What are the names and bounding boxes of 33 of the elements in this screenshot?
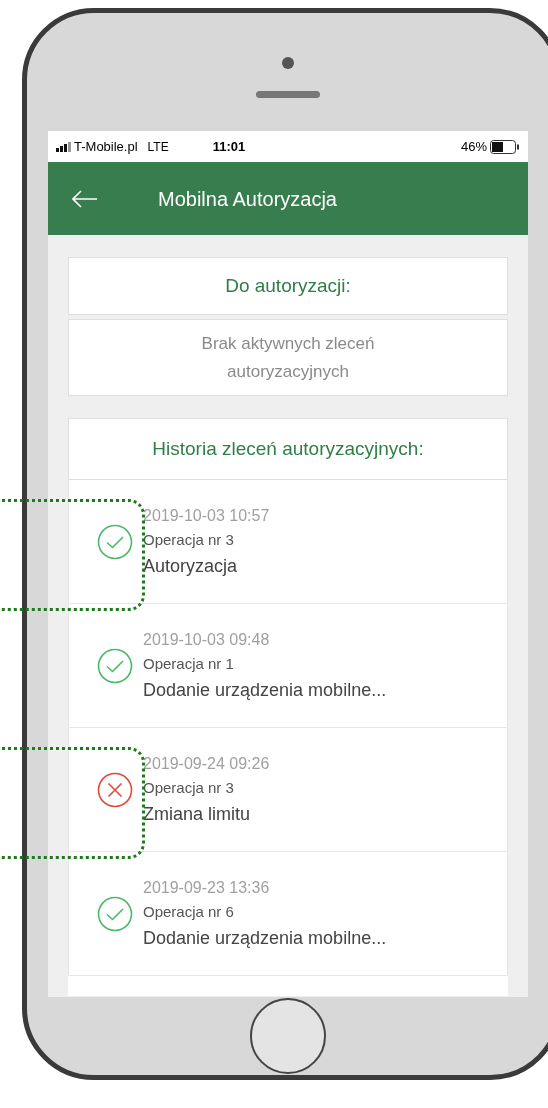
check-circle-icon bbox=[97, 523, 133, 560]
item-operation: Operacja nr 1 bbox=[143, 653, 235, 674]
check-circle-icon bbox=[97, 895, 133, 932]
history-item[interactable]: 2019-09-24 09:26 Operacja nr 3 Zmiana limitu bbox=[68, 728, 508, 852]
carrier-name: T-Mobile.pl bbox=[74, 137, 138, 156]
screen-title: Mobilna Autoryzacja bbox=[158, 186, 337, 212]
history-item[interactable]: 2019-10-03 10:57 Operacja nr 3 Autoryzacja bbox=[68, 480, 508, 604]
item-operation: Operacja nr 3 bbox=[143, 529, 235, 550]
history-header: Historia zleceń autoryzacyjnych: bbox=[68, 418, 508, 480]
item-description: Autoryzacja bbox=[143, 554, 239, 578]
item-operation: Operacja nr 6 bbox=[143, 901, 235, 922]
x-circle-icon bbox=[97, 771, 133, 808]
item-operation: Operacja nr 3 bbox=[143, 777, 235, 798]
clock-time: 11:01 bbox=[212, 137, 246, 156]
history-item[interactable]: 2019-09-23 13:36 Operacja nr 6 Dodanie urządzenia mobilne... bbox=[68, 852, 508, 976]
network-type: LTE bbox=[147, 138, 169, 156]
camera-icon bbox=[282, 56, 294, 69]
check-circle-icon bbox=[97, 647, 133, 684]
item-description: Zmiana limitu bbox=[143, 802, 252, 826]
battery-icon bbox=[490, 139, 520, 154]
empty-message: Brak aktywnych zleceń autoryzacyjnych bbox=[68, 319, 508, 396]
speaker-icon bbox=[256, 90, 320, 98]
battery-percent: 46% bbox=[460, 137, 487, 156]
history-item[interactable]: 2019-10-03 09:48 Operacja nr 1 Dodanie urządzenia mobilne... bbox=[68, 604, 508, 728]
item-description: Dodanie urządzenia mobilne... bbox=[143, 678, 387, 702]
pending-header: Do autoryzacji: bbox=[68, 257, 508, 315]
signal-icon bbox=[56, 141, 72, 152]
item-date: 2019-09-23 13:36 bbox=[143, 877, 271, 898]
back-arrow-icon[interactable] bbox=[72, 189, 98, 208]
item-date: 2019-10-03 09:48 bbox=[143, 629, 271, 650]
item-date: 2019-09-24 09:26 bbox=[143, 753, 270, 774]
item-date: 2019-10-03 10:57 bbox=[143, 505, 270, 526]
item-description: Dodanie urządzenia mobilne... bbox=[143, 926, 387, 950]
